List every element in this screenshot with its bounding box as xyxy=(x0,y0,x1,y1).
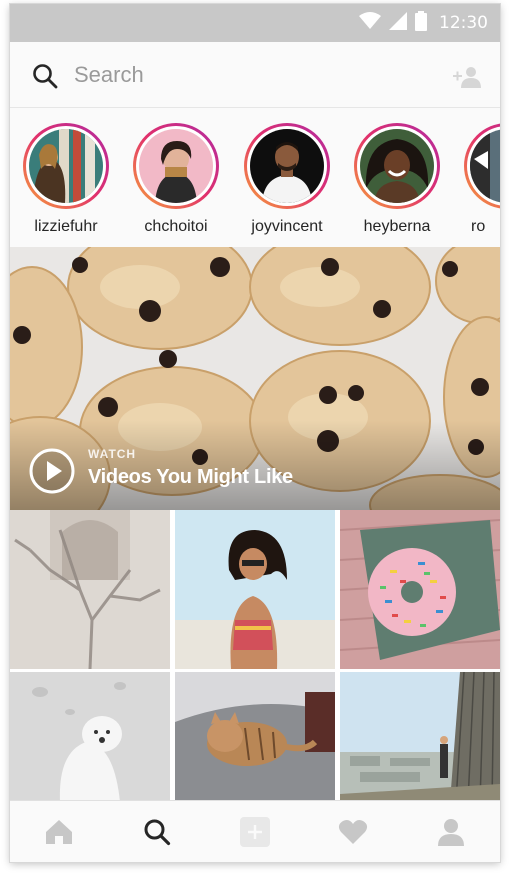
tree-shadow-photo xyxy=(10,510,170,669)
play-icon[interactable] xyxy=(28,447,76,495)
story-item[interactable]: chchoitoi xyxy=(126,123,226,236)
search-icon[interactable] xyxy=(32,63,58,89)
city-overlook-photo xyxy=(340,672,500,802)
sprinkle-donut-photo xyxy=(340,510,500,669)
wifi-icon xyxy=(359,11,381,35)
story-item[interactable]: heyberna xyxy=(347,123,447,236)
story-ring xyxy=(23,123,109,209)
avatar xyxy=(29,129,103,203)
avatar xyxy=(250,129,324,203)
add-person-icon[interactable] xyxy=(452,66,482,88)
grid-photo[interactable] xyxy=(10,510,170,669)
status-bar: 12:30 xyxy=(10,4,500,42)
grid-photo[interactable] xyxy=(175,672,335,802)
phone-frame: 12:30 Search lizziefuhr chchoitoi joyvin… xyxy=(10,4,500,862)
white-dog-photo xyxy=(10,672,170,802)
story-ring xyxy=(354,123,440,209)
explore-grid xyxy=(10,510,500,802)
story-username: chchoitoi xyxy=(144,218,208,235)
add-post-icon[interactable] xyxy=(235,812,275,852)
bottom-nav xyxy=(10,800,500,862)
cat-on-bed-photo xyxy=(175,672,335,802)
grid-photo[interactable] xyxy=(10,672,170,802)
story-username: lizziefuhr xyxy=(34,218,98,235)
profile-icon[interactable] xyxy=(431,812,471,852)
story-username: heyberna xyxy=(363,218,431,235)
avatar xyxy=(139,129,213,203)
featured-video[interactable]: WATCH Videos You Might Like xyxy=(10,247,500,510)
avatar xyxy=(470,129,500,203)
heart-icon[interactable] xyxy=(333,812,373,852)
stories-row: lizziefuhr chchoitoi joyvincent heyberna… xyxy=(10,109,500,247)
avatar xyxy=(360,129,434,203)
story-ring xyxy=(133,123,219,209)
home-icon[interactable] xyxy=(39,812,79,852)
story-username: joyvincent xyxy=(251,218,323,235)
grid-photo[interactable] xyxy=(175,510,335,669)
battery-icon xyxy=(415,10,427,36)
watch-label: WATCH xyxy=(88,447,137,461)
story-ring xyxy=(244,123,330,209)
search-icon[interactable] xyxy=(137,812,177,852)
search-bar xyxy=(10,42,500,108)
video-overlay xyxy=(10,420,500,510)
story-ring xyxy=(464,123,500,209)
story-item[interactable]: lizziefuhr xyxy=(16,123,116,236)
story-item[interactable]: ro xyxy=(457,123,500,236)
search-input[interactable] xyxy=(74,58,414,92)
grid-photo[interactable] xyxy=(340,672,500,802)
grid-photo[interactable] xyxy=(340,510,500,669)
video-title: Videos You Might Like xyxy=(88,466,293,488)
cell-signal-icon xyxy=(389,11,407,35)
status-time: 12:30 xyxy=(439,13,488,33)
woman-beach-photo xyxy=(175,510,335,669)
story-username: ro xyxy=(471,218,486,235)
story-item[interactable]: joyvincent xyxy=(237,123,337,236)
